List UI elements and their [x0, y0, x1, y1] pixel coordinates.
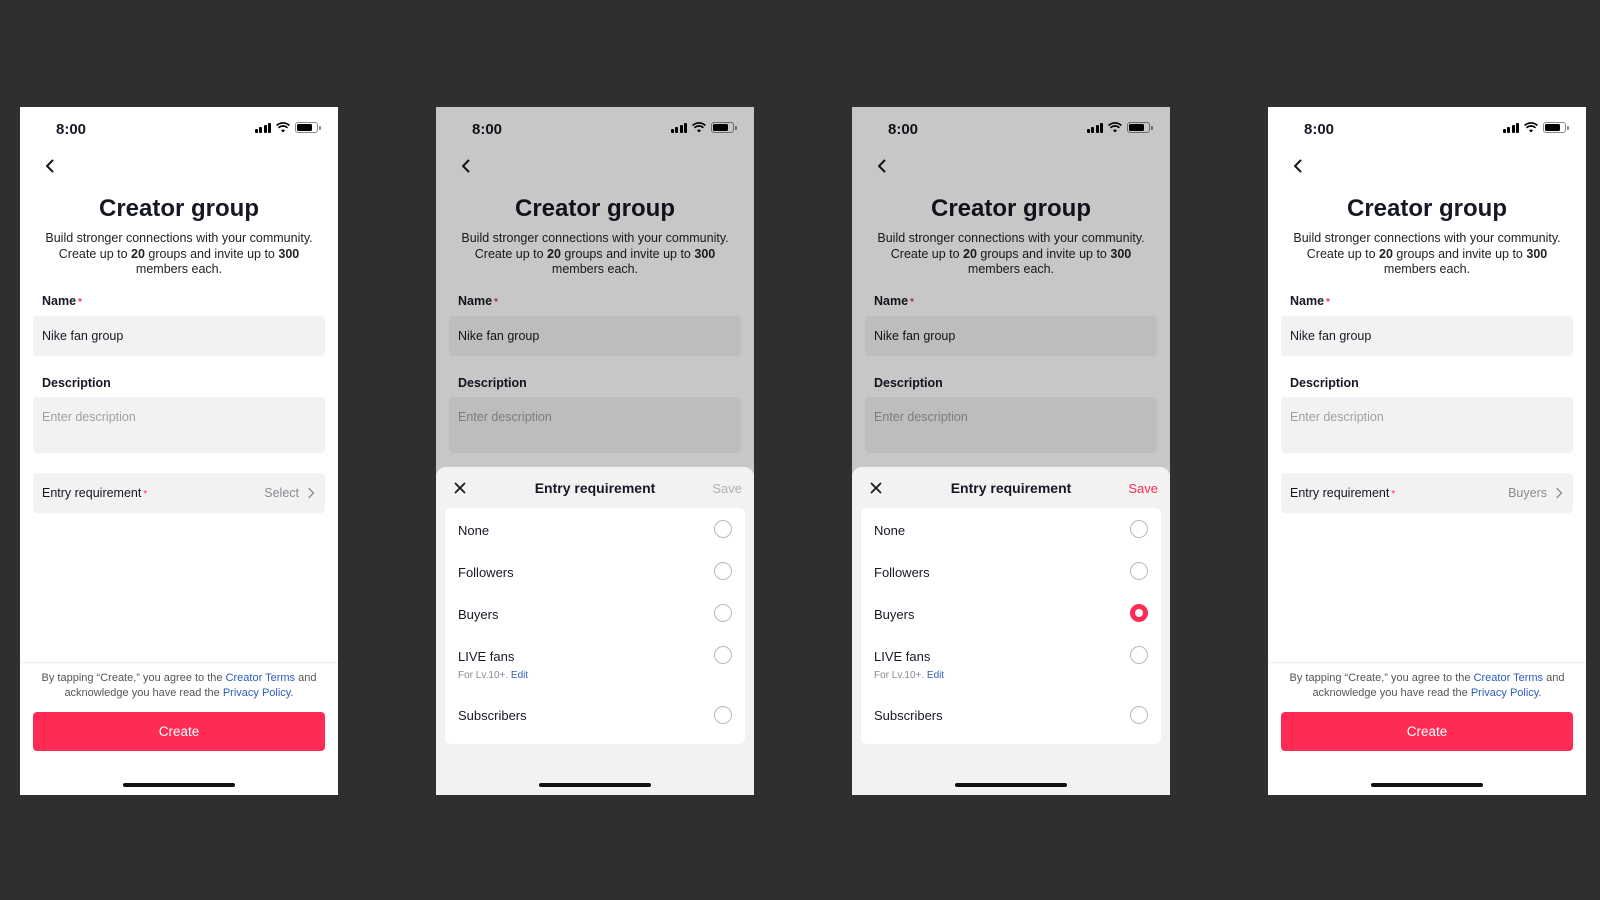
option-live-fans[interactable]: LIVE fans For Lv.10+. Edit [861, 634, 1161, 690]
option-buyers[interactable]: Buyers [861, 592, 1161, 634]
chevron-right-icon [308, 487, 315, 499]
home-indicator [1371, 783, 1483, 787]
creator-terms-link[interactable]: Creator Terms [1474, 672, 1543, 684]
live-fans-note: For Lv.10+. Edit [874, 670, 945, 681]
create-button[interactable]: Create [1281, 712, 1573, 751]
radio-button[interactable] [1130, 520, 1148, 538]
legal-text: By tapping “Create,” you agree to the Cr… [41, 672, 317, 699]
status-time: 8:00 [1304, 121, 1335, 138]
status-bar: 8:00 [1268, 107, 1586, 151]
name-field[interactable]: Nike fan group [1281, 316, 1573, 356]
option-list: None Followers Buyers LIVE fans For Lv.10… [861, 508, 1161, 744]
privacy-policy-link[interactable]: Privacy Policy [223, 687, 291, 699]
chevron-right-icon [1556, 487, 1563, 499]
radio-button[interactable] [1130, 646, 1148, 664]
option-subscribers[interactable]: Subscribers [861, 690, 1161, 740]
option-subscribers[interactable]: Subscribers [445, 690, 745, 740]
option-live-fans[interactable]: LIVE fans For Lv.10+. Edit [445, 634, 745, 690]
battery-icon [295, 122, 321, 133]
option-none[interactable]: None [445, 508, 745, 550]
name-label: Name * [1290, 294, 1330, 308]
required-mark: * [78, 297, 82, 308]
entry-requirement-label: Entry requirement [1290, 486, 1390, 500]
description-field[interactable]: Enter description [33, 397, 325, 453]
radio-button[interactable] [1130, 706, 1148, 724]
radio-button[interactable] [714, 520, 732, 538]
page-subtitle: Build stronger connections with your com… [1293, 231, 1561, 276]
status-time: 8:00 [56, 121, 87, 138]
sheet-header: Entry requirement Save [852, 467, 1170, 509]
required-mark: * [143, 489, 148, 500]
sheet-title: Entry requirement [534, 480, 656, 496]
radio-button[interactable] [714, 604, 732, 622]
name-value: Nike fan group [1290, 329, 1372, 343]
description-field[interactable]: Enter description [1281, 397, 1573, 453]
sheet-header: Entry requirement Save [436, 467, 754, 509]
signal-icon [1502, 122, 1519, 133]
save-button[interactable]: Save [712, 481, 742, 496]
phone-screen-4: 8:00 Creator group Build stronger connec… [1268, 107, 1586, 795]
required-mark: * [1391, 489, 1396, 500]
battery-icon [1543, 122, 1569, 133]
required-mark: * [1326, 297, 1330, 308]
phone-screen-3: 8:00 Creator group Build stronger connec… [852, 107, 1170, 795]
page-subtitle: Build stronger connections with your com… [45, 231, 313, 276]
creator-terms-link[interactable]: Creator Terms [226, 672, 295, 684]
description-label: Description [1290, 376, 1359, 390]
edit-link[interactable]: Edit [511, 670, 528, 681]
option-none[interactable]: None [861, 508, 1161, 550]
footer-divider [20, 662, 338, 663]
phone-screen-1: 8:00 Creator group Build stronger connec… [20, 107, 338, 795]
entry-requirement-label: Entry requirement [42, 486, 142, 500]
description-label: Description [42, 376, 111, 390]
wifi-icon [1524, 122, 1538, 133]
name-value: Nike fan group [42, 329, 124, 343]
back-arrow-icon[interactable] [38, 154, 62, 178]
entry-requirement-sheet: Entry requirement Save None Followers Bu… [436, 467, 754, 795]
create-button[interactable]: Create [33, 712, 325, 751]
home-indicator [955, 783, 1067, 787]
entry-requirement-row[interactable]: Entry requirement * Select [33, 473, 325, 513]
option-buyers[interactable]: Buyers [445, 592, 745, 634]
radio-button-selected[interactable] [1130, 604, 1148, 622]
radio-button[interactable] [1130, 562, 1148, 580]
page-title: Creator group [1346, 195, 1507, 222]
option-followers[interactable]: Followers [861, 550, 1161, 592]
radio-button[interactable] [714, 562, 732, 580]
home-indicator [123, 783, 235, 787]
entry-requirement-sheet: Entry requirement Save None Followers Bu… [852, 467, 1170, 795]
back-arrow-icon[interactable] [1286, 154, 1310, 178]
live-fans-note: For Lv.10+. Edit [458, 670, 529, 681]
phone-screen-2: 8:00 Creator group Build stronger connec… [436, 107, 754, 795]
save-button[interactable]: Save [1128, 481, 1158, 496]
page-title: Creator group [98, 195, 259, 222]
footer-divider [1268, 662, 1586, 663]
description-placeholder: Enter description [1290, 410, 1384, 424]
entry-requirement-value: Select [264, 486, 299, 500]
radio-button[interactable] [714, 646, 732, 664]
name-label: Name * [42, 294, 82, 308]
wifi-icon [276, 122, 290, 133]
status-bar: 8:00 [20, 107, 338, 151]
option-followers[interactable]: Followers [445, 550, 745, 592]
home-indicator [539, 783, 651, 787]
entry-requirement-row[interactable]: Entry requirement * Buyers [1281, 473, 1573, 513]
signal-icon [254, 122, 271, 133]
name-field[interactable]: Nike fan group [33, 316, 325, 356]
option-list: None Followers Buyers LIVE fans For Lv.10… [445, 508, 745, 744]
sheet-title: Entry requirement [950, 480, 1072, 496]
legal-text: By tapping “Create,” you agree to the Cr… [1289, 672, 1565, 699]
entry-requirement-value: Buyers [1508, 486, 1547, 500]
description-placeholder: Enter description [42, 410, 136, 424]
edit-link[interactable]: Edit [927, 670, 944, 681]
privacy-policy-link[interactable]: Privacy Policy [1471, 687, 1539, 699]
radio-button[interactable] [714, 706, 732, 724]
